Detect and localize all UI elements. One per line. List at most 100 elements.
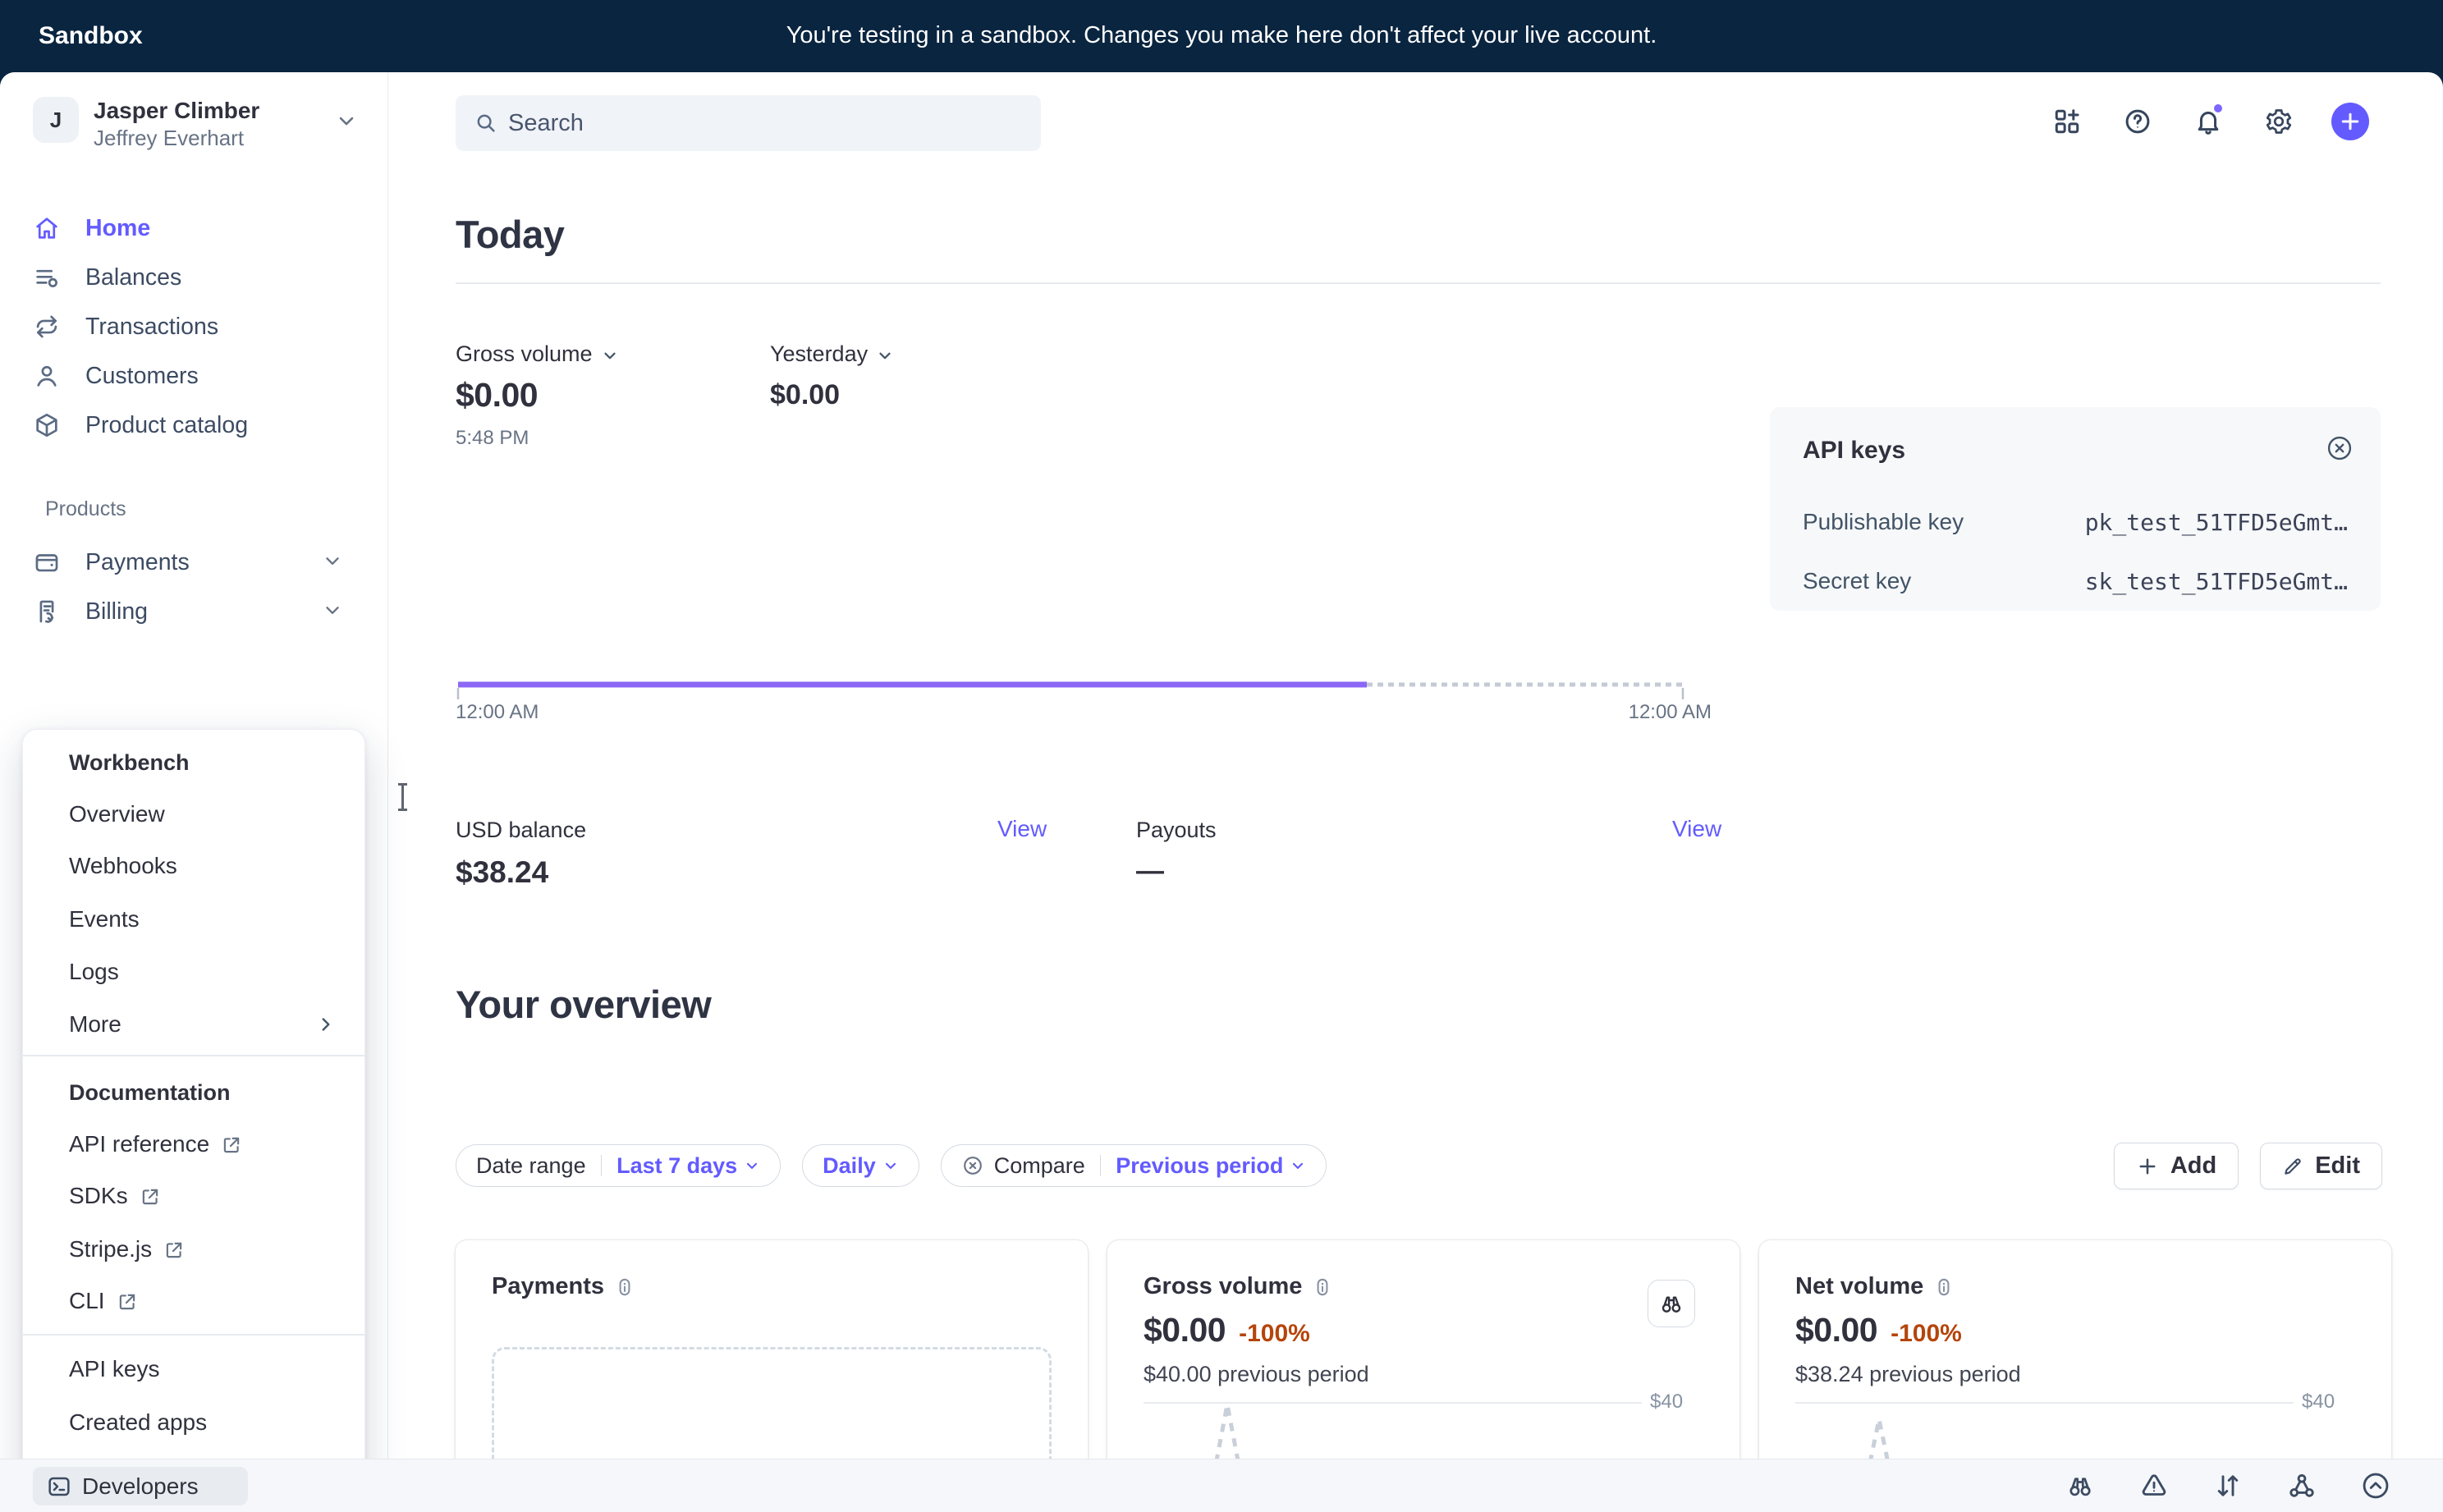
sidebar-item-customers[interactable]: Customers (33, 358, 199, 394)
chevron-down-icon (1290, 1157, 1306, 1174)
apps-button[interactable] (2049, 103, 2085, 140)
sidebar-section-products: Products (45, 497, 126, 521)
usd-balance-view-link[interactable]: View (997, 816, 1047, 842)
menu-item-webhooks[interactable]: Webhooks (38, 847, 350, 885)
menu-item-overview[interactable]: Overview (38, 795, 350, 833)
create-button[interactable] (2331, 103, 2369, 140)
net-volume-card-value: $0.00 (1795, 1311, 1877, 1349)
sidebar-item-transactions[interactable]: Transactions (33, 309, 218, 345)
menu-item-events[interactable]: Events (38, 900, 350, 938)
balances-icon (33, 263, 61, 291)
popup-header-documentation: Documentation (38, 1074, 350, 1111)
chevron-down-icon[interactable] (322, 550, 343, 571)
external-link-icon (221, 1134, 242, 1156)
account-switcher[interactable]: J Jasper Climber Jeffrey Everhart (33, 97, 361, 144)
search-input[interactable] (508, 95, 1025, 151)
menu-item-api-reference[interactable]: API reference (38, 1125, 350, 1163)
external-link-icon (140, 1186, 161, 1207)
menu-item-cli[interactable]: CLI (38, 1282, 350, 1320)
developers-popup-menu: Workbench Overview Webhooks Events Logs … (22, 729, 365, 1510)
sandbox-banner: Sandbox You're testing in a sandbox. Cha… (0, 0, 2443, 72)
notification-dot (2212, 102, 2225, 115)
chevron-right-icon (315, 1014, 337, 1035)
explore-metric-button[interactable] (1648, 1280, 1695, 1327)
gross-volume-card-title: Gross volume (1144, 1273, 1302, 1300)
popup-header-workbench: Workbench (38, 744, 350, 781)
apps-grid-icon (2052, 107, 2082, 136)
home-icon (33, 214, 61, 242)
api-keys-card: API keys Publishable key pk_test_51TFD5e… (1770, 407, 2381, 611)
yesterday-selector[interactable]: Yesterday (770, 341, 894, 367)
product-catalog-icon (33, 411, 61, 439)
menu-item-stripejs[interactable]: Stripe.js (38, 1230, 350, 1268)
account-subtitle: Jeffrey Everhart (94, 126, 244, 151)
add-button[interactable]: Add (2114, 1143, 2239, 1189)
sidebar-item-billing[interactable]: Billing (33, 593, 148, 630)
overview-heading: Your overview (456, 982, 711, 1027)
external-link-icon (163, 1239, 185, 1261)
menu-item-more[interactable]: More (38, 1006, 350, 1043)
external-link-icon (117, 1291, 138, 1313)
api-keys-title: API keys (1803, 437, 1905, 465)
search-icon (474, 111, 498, 135)
chevron-down-icon (744, 1157, 760, 1174)
menu-item-api-keys[interactable]: API keys (38, 1350, 350, 1388)
payments-icon (33, 548, 61, 576)
menu-item-created-apps[interactable]: Created apps (38, 1404, 350, 1441)
gridline-label-40: $40 (1650, 1391, 1683, 1413)
text-cursor (397, 783, 408, 811)
menu-item-logs[interactable]: Logs (38, 953, 350, 991)
divider (23, 1334, 364, 1336)
divider (23, 1055, 364, 1056)
developers-bar: Developers (0, 1459, 2443, 1512)
gridline-label-40: $40 (2302, 1391, 2335, 1413)
payouts-view-link[interactable]: View (1672, 816, 1721, 842)
api-requests-button[interactable] (2208, 1466, 2248, 1505)
errors-button[interactable] (2134, 1466, 2174, 1505)
settings-button[interactable] (2261, 103, 2297, 140)
menu-item-sdks[interactable]: SDKs (38, 1177, 350, 1215)
divider (456, 282, 2381, 284)
sidebar-item-payments[interactable]: Payments (33, 544, 190, 580)
secret-key-value[interactable]: sk_test_51TFD5eGmt… (2085, 568, 2348, 595)
help-button[interactable] (2120, 103, 2156, 140)
sidebar-item-balances[interactable]: Balances (33, 259, 181, 296)
search-bar[interactable] (456, 95, 1041, 151)
remove-compare-icon[interactable] (961, 1154, 984, 1177)
info-icon[interactable] (614, 1276, 635, 1298)
webhook-icon-button[interactable] (2282, 1466, 2322, 1505)
binoculars-icon (1658, 1290, 1684, 1317)
net-volume-card-delta: -100% (1891, 1320, 1962, 1348)
billing-icon (33, 598, 61, 625)
date-range-filter[interactable]: Date range Last 7 days (456, 1144, 781, 1187)
notifications-button[interactable] (2190, 103, 2226, 140)
interval-filter[interactable]: Daily (802, 1144, 919, 1187)
collapse-icon[interactable] (2356, 1466, 2395, 1505)
gross-volume-value: $0.00 (456, 376, 538, 415)
warning-icon (2139, 1471, 2169, 1501)
info-icon[interactable] (1312, 1276, 1333, 1298)
sidebar-item-product-catalog[interactable]: Product catalog (33, 407, 248, 443)
transactions-icon (33, 313, 61, 341)
publishable-key-label: Publishable key (1803, 509, 1964, 535)
terminal-icon (46, 1473, 72, 1500)
sidebar-item-home[interactable]: Home (33, 210, 150, 246)
compare-filter[interactable]: Compare Previous period (941, 1144, 1327, 1187)
developers-button[interactable]: Developers (33, 1467, 248, 1505)
today-heading: Today (456, 212, 564, 257)
gross-volume-card-value: $0.00 (1144, 1311, 1226, 1349)
chevron-down-icon[interactable] (322, 599, 343, 621)
gross-volume-selector[interactable]: Gross volume (456, 341, 619, 367)
publishable-key-value[interactable]: pk_test_51TFD5eGmt… (2085, 509, 2348, 536)
gross-volume-chart (456, 675, 1687, 711)
chevron-up-circle-icon (2360, 1470, 2391, 1501)
chevron-down-icon (601, 346, 619, 364)
inspector-button[interactable] (2060, 1466, 2100, 1505)
usd-balance-value: $38.24 (456, 855, 548, 890)
close-icon[interactable] (2325, 433, 2354, 463)
yesterday-value: $0.00 (770, 379, 840, 411)
pencil-icon (2282, 1156, 2303, 1177)
edit-button[interactable]: Edit (2260, 1143, 2382, 1189)
divider (601, 1155, 603, 1176)
info-icon[interactable] (1933, 1276, 1955, 1298)
